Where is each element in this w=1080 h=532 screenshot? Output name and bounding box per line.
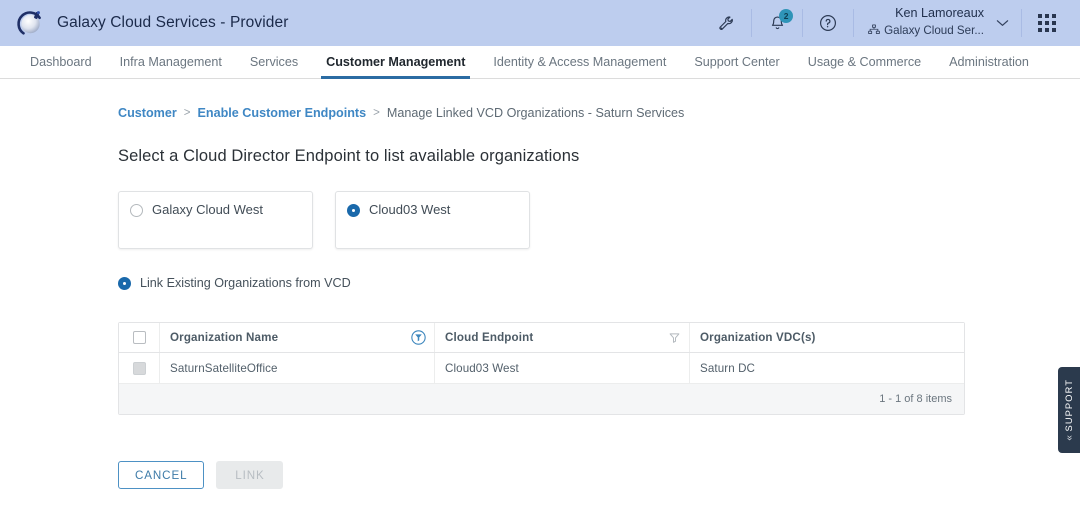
nav-item-infra-management[interactable]: Infra Management: [106, 46, 236, 78]
form-actions: CANCEL LINK: [118, 461, 1080, 489]
support-tab[interactable]: SUPPORT «: [1058, 367, 1080, 453]
radio-link-existing-orgs[interactable]: [118, 277, 131, 290]
app-title: Galaxy Cloud Services - Provider: [57, 14, 288, 32]
row-select-cell: [119, 353, 159, 383]
cancel-button[interactable]: CANCEL: [118, 461, 204, 489]
notification-badge: 2: [779, 9, 793, 23]
user-org-row: Galaxy Cloud Ser...: [868, 21, 984, 41]
column-header-organization-name[interactable]: Organization Name: [159, 323, 434, 352]
user-org: Galaxy Cloud Ser...: [884, 24, 984, 38]
link-existing-orgs-option[interactable]: Link Existing Organizations from VCD: [118, 275, 1080, 290]
primary-nav: Dashboard Infra Management Services Cust…: [0, 46, 1080, 79]
table-footer: 1 - 1 of 8 items: [119, 384, 964, 414]
user-info: Ken Lamoreaux Galaxy Cloud Ser...: [868, 6, 984, 41]
column-header-label: Organization Name: [170, 331, 278, 344]
cell-organization-vdcs: Saturn DC: [689, 353, 964, 383]
nav-item-dashboard[interactable]: Dashboard: [16, 46, 106, 78]
chevron-down-icon: [996, 14, 1009, 32]
nav-item-customer-management[interactable]: Customer Management: [312, 46, 479, 78]
breadcrumb-item-customer[interactable]: Customer: [118, 106, 177, 120]
nav-item-services[interactable]: Services: [236, 46, 312, 78]
org-hierarchy-icon: [868, 21, 880, 41]
app-header: Galaxy Cloud Services - Provider 2: [0, 0, 1080, 46]
breadcrumb-separator: >: [373, 107, 380, 119]
wrench-icon[interactable]: [701, 0, 751, 46]
header-right: 2 Ken Lamoreaux: [701, 0, 1072, 46]
endpoint-card-group: Galaxy Cloud West Cloud03 West: [118, 191, 1080, 249]
brand: Galaxy Cloud Services - Provider: [16, 8, 288, 38]
cell-cloud-endpoint: Cloud03 West: [434, 353, 689, 383]
link-button: LINK: [216, 461, 283, 489]
select-all-cell[interactable]: [119, 323, 159, 352]
question-circle-icon[interactable]: [803, 0, 853, 46]
page-content: Customer > Enable Customer Endpoints > M…: [0, 106, 1080, 489]
column-header-label: Cloud Endpoint: [445, 331, 533, 344]
cell-organization-name: SaturnSatelliteOffice: [159, 353, 434, 383]
app-grid-dots: [1038, 14, 1056, 32]
endpoint-card-cloud03-west[interactable]: Cloud03 West: [335, 191, 530, 249]
pagination-summary: 1 - 1 of 8 items: [879, 393, 952, 405]
globe-swoosh-logo-icon: [16, 8, 46, 38]
column-header-label: Organization VDC(s): [700, 331, 816, 344]
link-existing-orgs-label: Link Existing Organizations from VCD: [140, 276, 351, 290]
filter-funnel-icon[interactable]: [668, 331, 681, 344]
organizations-table: Organization Name Cloud Endpoint Orga: [118, 322, 965, 415]
endpoint-card-galaxy-cloud-west[interactable]: Galaxy Cloud West: [118, 191, 313, 249]
app-grid-icon[interactable]: [1022, 0, 1072, 46]
filter-funnel-icon-active[interactable]: [411, 330, 426, 345]
nav-item-usage-commerce[interactable]: Usage & Commerce: [794, 46, 935, 78]
select-all-checkbox[interactable]: [133, 331, 146, 344]
breadcrumb-item-enable-customer-endpoints[interactable]: Enable Customer Endpoints: [198, 106, 367, 120]
user-menu[interactable]: Ken Lamoreaux Galaxy Cloud Ser...: [854, 0, 1021, 46]
radio-galaxy-cloud-west[interactable]: [130, 204, 143, 217]
bell-icon[interactable]: 2: [752, 0, 802, 46]
breadcrumb-separator: >: [184, 107, 191, 119]
radio-cloud03-west[interactable]: [347, 204, 360, 217]
column-header-organization-vdcs[interactable]: Organization VDC(s): [689, 323, 964, 352]
nav-item-administration[interactable]: Administration: [935, 46, 1043, 78]
nav-item-support-center[interactable]: Support Center: [680, 46, 793, 78]
table-header-row: Organization Name Cloud Endpoint Orga: [119, 323, 964, 353]
breadcrumb: Customer > Enable Customer Endpoints > M…: [118, 106, 1080, 120]
page-title: Select a Cloud Director Endpoint to list…: [118, 147, 1080, 166]
chevron-double-left-icon: «: [1064, 435, 1075, 441]
user-name: Ken Lamoreaux: [895, 6, 984, 21]
endpoint-card-label: Cloud03 West: [369, 202, 450, 217]
support-tab-label: SUPPORT: [1064, 379, 1074, 431]
row-checkbox: [133, 362, 146, 375]
column-header-cloud-endpoint[interactable]: Cloud Endpoint: [434, 323, 689, 352]
endpoint-card-label: Galaxy Cloud West: [152, 202, 263, 217]
breadcrumb-item-current: Manage Linked VCD Organizations - Saturn…: [387, 106, 685, 120]
nav-item-identity-access-management[interactable]: Identity & Access Management: [479, 46, 680, 78]
table-row[interactable]: SaturnSatelliteOffice Cloud03 West Satur…: [119, 353, 964, 384]
